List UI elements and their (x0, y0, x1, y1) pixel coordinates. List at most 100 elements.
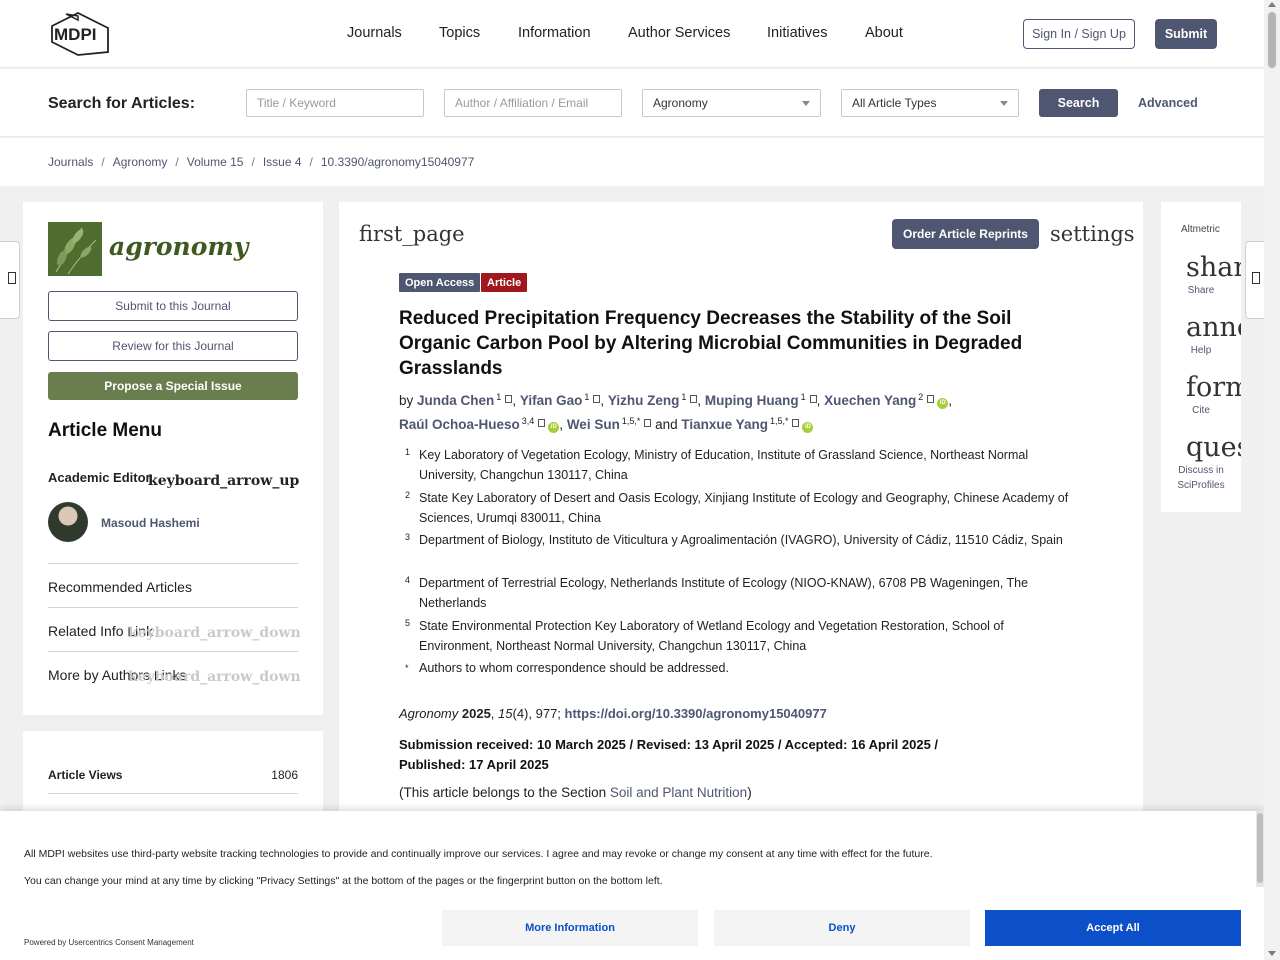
first-page-icon[interactable]: first_page (359, 222, 465, 246)
accept-all-button[interactable]: Accept All (985, 910, 1241, 946)
author-link[interactable]: Xuechen Yang (824, 393, 916, 408)
email-icon[interactable] (927, 395, 935, 403)
article-type-select[interactable]: All Article Types (841, 89, 1019, 117)
sign-in-button[interactable]: Sign In / Sign Up (1023, 19, 1135, 49)
cite-label[interactable]: Cite (1161, 403, 1241, 418)
altmetric-badge[interactable]: Altmetric (1181, 224, 1220, 235)
chevron-down-icon[interactable]: keyboard_arrow_down (128, 625, 301, 641)
right-sidebar: Altmetric share Share announcement Help … (1161, 202, 1241, 512)
nav-about[interactable]: About (865, 25, 903, 41)
citation-year: 2025 (461, 706, 491, 721)
orcid-icon[interactable]: iD (802, 422, 814, 433)
breadcrumb-separator: / (175, 155, 179, 169)
propose-special-issue-button[interactable]: Propose a Special Issue (48, 372, 298, 400)
breadcrumb-agronomy[interactable]: Agronomy (113, 155, 168, 169)
review-for-journal-button[interactable]: Review for this Journal (48, 331, 298, 361)
email-icon[interactable] (690, 395, 698, 403)
email-icon[interactable] (792, 419, 800, 427)
nav-information[interactable]: Information (518, 25, 591, 41)
section-suffix: ) (747, 785, 752, 800)
help-label[interactable]: Help (1161, 343, 1241, 358)
author-link[interactable]: Yizhu Zeng (608, 393, 680, 408)
mdpi-logo[interactable]: MDPI (48, 12, 112, 56)
article-type-badge: Article (481, 273, 528, 292)
author-input[interactable]: Author / Affiliation / Email (444, 89, 622, 117)
scroll-up-icon[interactable] (1268, 2, 1276, 7)
order-reprints-button[interactable]: Order Article Reprints (892, 219, 1039, 249)
affiliation-item: * Authors to whom correspondence should … (405, 659, 1075, 679)
consent-scrollbar[interactable] (1256, 811, 1264, 887)
cite-icon[interactable]: format_quote (1186, 372, 1241, 403)
nav-topics[interactable]: Topics (439, 25, 480, 41)
breadcrumb-separator: / (309, 155, 313, 169)
deny-button[interactable]: Deny (714, 910, 970, 946)
author-link[interactable]: Wei Sun (567, 417, 620, 432)
section-link[interactable]: Soil and Plant Nutrition (610, 785, 747, 800)
search-button[interactable]: Search (1039, 89, 1118, 117)
keyword-input[interactable]: Title / Keyword (246, 89, 424, 117)
orcid-icon[interactable]: iD (548, 422, 560, 433)
author-link[interactable]: Tianxue Yang (681, 417, 768, 432)
recommended-articles-link[interactable]: Recommended Articles (48, 579, 192, 595)
submit-to-journal-button[interactable]: Submit to this Journal (48, 291, 298, 321)
affiliation-text: State Key Laboratory of Desert and Oasis… (419, 491, 1069, 525)
page-scrollbar[interactable] (1264, 0, 1280, 960)
author-list: by Junda Chen 1, Yifan Gao 1, Yizhu Zeng 1,… (399, 392, 952, 433)
left-panel-toggle[interactable] (0, 241, 20, 319)
nav-journals[interactable]: Journals (347, 25, 402, 41)
author-link[interactable]: Muping Huang (705, 393, 799, 408)
panel-icon (1252, 272, 1260, 284)
avatar[interactable] (48, 502, 88, 542)
email-icon[interactable] (505, 395, 513, 403)
nav-author-services[interactable]: Author Services (628, 25, 730, 41)
author-link[interactable]: Junda Chen (417, 393, 494, 408)
orcid-icon[interactable]: iD (937, 398, 949, 409)
journal-cover-image[interactable] (48, 222, 102, 276)
email-icon[interactable] (593, 395, 601, 403)
discuss-label[interactable]: Discuss in SciProfiles (1161, 463, 1241, 493)
publication-dates: Submission received: 10 March 2025 / Rev… (399, 737, 939, 772)
academic-editor-toggle[interactable]: Academic Editor (48, 470, 151, 485)
powered-by-usercentrics[interactable]: Powered by Usercentrics Consent Manageme… (24, 938, 194, 947)
open-access-badge[interactable]: Open Access (399, 273, 481, 292)
consent-scroll-thumb[interactable] (1257, 813, 1263, 883)
email-icon[interactable] (809, 395, 817, 403)
article-card: first_page Order Article Reprints settin… (339, 202, 1143, 832)
journal-name[interactable]: agronomy (109, 232, 248, 261)
share-icon[interactable]: share (1186, 252, 1241, 283)
journal-select[interactable]: Agronomy (642, 89, 821, 117)
scroll-down-icon[interactable] (1268, 951, 1276, 956)
share-label[interactable]: Share (1161, 283, 1241, 298)
more-information-button[interactable]: More Information (442, 910, 698, 946)
right-panel-toggle[interactable] (1245, 241, 1264, 319)
advanced-search-link[interactable]: Advanced (1138, 96, 1198, 110)
settings-icon[interactable]: settings (1050, 222, 1135, 246)
help-icon[interactable]: announcement (1186, 312, 1241, 343)
author-link[interactable]: Yifan Gao (520, 393, 583, 408)
affiliation-number: 2 (405, 490, 411, 500)
journal-select-value: Agronomy (653, 96, 708, 110)
author-link[interactable]: Raúl Ochoa-Hueso (399, 417, 520, 432)
top-navigation: MDPI Journals Topics Information Author … (0, 0, 1264, 68)
scroll-thumb[interactable] (1268, 12, 1276, 68)
author-affiliation-sup: 1,5,* (621, 416, 641, 426)
doi-link[interactable]: https://doi.org/10.3390/agronomy15040977 (565, 706, 827, 721)
citation-line: Agronomy 2025, 15(4), 977; https://doi.o… (399, 706, 827, 721)
email-icon[interactable] (538, 419, 546, 427)
email-icon[interactable] (644, 419, 652, 427)
breadcrumb-issue[interactable]: Issue 4 (263, 155, 302, 169)
chevron-down-icon[interactable]: keyboard_arrow_down (128, 669, 301, 685)
breadcrumb-doi[interactable]: 10.3390/agronomy15040977 (321, 155, 474, 169)
cookie-consent-banner: All MDPI websites use third-party websit… (0, 811, 1264, 960)
submit-button[interactable]: Submit (1155, 19, 1217, 49)
editor-name-link[interactable]: Masoud Hashemi (101, 516, 200, 530)
author-affiliation-sup: 1,5,* (769, 416, 789, 426)
chevron-up-icon[interactable]: keyboard_arrow_up (148, 473, 299, 489)
breadcrumb-journals[interactable]: Journals (48, 155, 93, 169)
nav-initiatives[interactable]: Initiatives (767, 25, 827, 41)
affiliation-item: 5 State Environmental Protection Key Lab… (405, 617, 1075, 657)
discuss-icon[interactable]: question_answer (1186, 432, 1241, 463)
breadcrumb-volume[interactable]: Volume 15 (187, 155, 244, 169)
affiliation-text: Department of Terrestrial Ecology, Nethe… (419, 576, 1029, 610)
left-sidebar: agronomy Submit to this Journal Review f… (23, 202, 323, 715)
